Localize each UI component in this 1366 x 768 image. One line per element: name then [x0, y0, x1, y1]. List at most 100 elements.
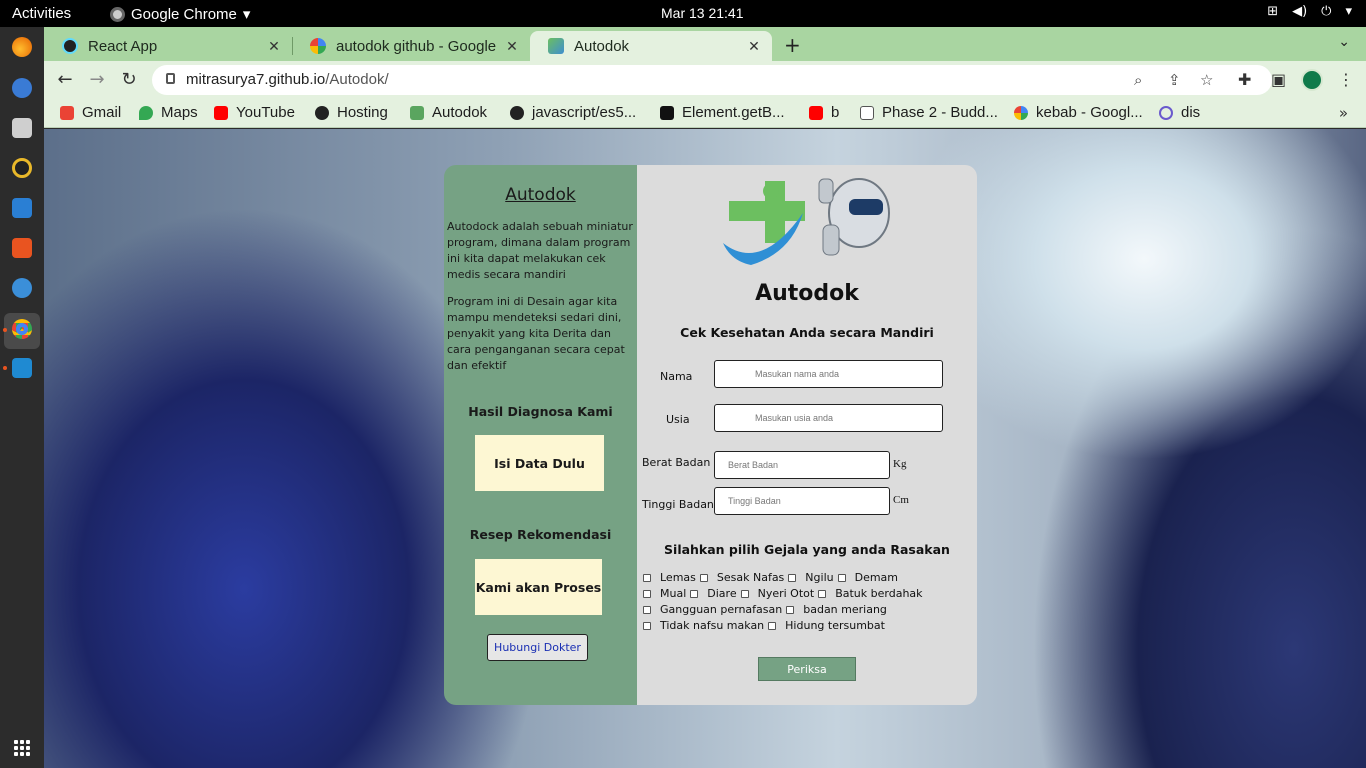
tab-autodok[interactable]: Autodok ✕ [530, 31, 772, 61]
rhythmbox-icon[interactable] [12, 158, 32, 178]
close-icon[interactable]: ✕ [746, 38, 762, 55]
close-icon[interactable]: ✕ [266, 38, 282, 55]
forward-button[interactable]: → [85, 68, 109, 92]
bookmark-gmail[interactable]: Gmail [60, 104, 121, 121]
side-panel-icon[interactable]: ▣ [1271, 70, 1286, 89]
tab-react-app[interactable]: React App ✕ [44, 31, 292, 61]
info-sidebar: Autodok Autodock adalah sebuah miniatur … [444, 165, 637, 705]
height-input[interactable] [714, 487, 890, 515]
thunderbird-icon[interactable] [12, 78, 32, 98]
tab-title: React App [88, 37, 158, 55]
symptom-diare[interactable]: Diare [690, 587, 737, 600]
bookmark-element-getb[interactable]: Element.getB... [660, 104, 785, 121]
name-input[interactable] [714, 360, 943, 388]
autodok-card: Autodok Autodock adalah sebuah miniatur … [444, 165, 977, 705]
firefox-icon[interactable] [12, 37, 32, 57]
bookmark-autodok[interactable]: Autodok [410, 104, 487, 121]
share-icon[interactable]: ⇪ [1168, 71, 1181, 89]
tab-title: Autodok [574, 37, 630, 55]
checkbox[interactable] [788, 573, 797, 582]
clock[interactable]: Mar 13 21:41 [661, 5, 744, 21]
checkbox[interactable] [643, 589, 651, 598]
tab-search-button[interactable]: ⌄ [1338, 34, 1350, 50]
checkbox[interactable] [699, 573, 708, 582]
app-menu[interactable]: Google Chrome ▾ [110, 5, 250, 23]
bookmark-hosting[interactable]: Hosting [315, 104, 388, 121]
lock-icon [166, 73, 175, 84]
bookmark-maps[interactable]: Maps [139, 104, 198, 121]
youtube-icon [214, 105, 228, 120]
checkbox[interactable] [786, 605, 795, 614]
diagnosis-heading: Hasil Diagnosa Kami [468, 404, 613, 419]
bookmark-star-icon[interactable]: ☆ [1200, 71, 1213, 89]
checkbox[interactable] [837, 573, 846, 582]
checkbox[interactable] [643, 605, 651, 614]
symptom-badan-meriang[interactable]: badan meriang [786, 603, 887, 616]
show-apps-icon[interactable] [14, 740, 30, 756]
bookmark-b[interactable]: b [809, 104, 839, 121]
symptom-gangguan-pernafasan[interactable]: Gangguan pernafasan [643, 603, 782, 616]
check-button[interactable]: Periksa [758, 657, 856, 681]
symptom-row: Mual Diare Nyeri Otot Batuk berdahak [643, 587, 927, 600]
youtube-icon [809, 105, 823, 120]
bookmark-javascript[interactable]: javascript/es5... [510, 104, 636, 121]
close-icon[interactable]: ✕ [504, 38, 520, 55]
symptom-row: Gangguan pernafasan badan meriang [643, 603, 891, 616]
diagnosis-result-box: Isi Data Dulu [475, 435, 604, 491]
symptom-sesak-nafas[interactable]: Sesak Nafas [699, 571, 784, 584]
checkbox[interactable] [818, 589, 827, 598]
software-icon[interactable] [12, 238, 32, 258]
symptom-ngilu[interactable]: Ngilu [788, 571, 834, 584]
network-icon: ⊞ [1267, 4, 1279, 19]
tab-google-search[interactable]: autodok github - Google S ✕ [292, 31, 530, 61]
power-icon: ⏻ [1321, 4, 1332, 19]
checkbox[interactable] [643, 621, 651, 630]
vscode-icon[interactable] [12, 358, 32, 378]
writer-icon[interactable] [12, 198, 32, 218]
sidebar-title: Autodok [505, 185, 576, 205]
zoom-icon[interactable]: ⌕ [1134, 71, 1142, 89]
address-bar[interactable]: mitrasurya7.github.io/Autodok/ ⌕ ⇪ ☆ [152, 65, 1272, 95]
files-icon[interactable] [12, 118, 32, 138]
checkbox[interactable] [768, 621, 777, 630]
checkbox[interactable] [740, 589, 749, 598]
browser-toolbar: ← → ↻ mitrasurya7.github.io/Autodok/ ⌕ ⇪… [44, 61, 1366, 98]
symptom-batuk-berdahak[interactable]: Batuk berdahak [818, 587, 923, 600]
google-icon [1014, 105, 1028, 120]
age-label: Usia [666, 413, 690, 426]
activities-button[interactable]: Activities [12, 5, 71, 22]
app-menu-label: Google Chrome [131, 5, 237, 23]
reload-button[interactable]: ↻ [117, 68, 141, 92]
checkbox[interactable] [690, 589, 699, 598]
bookmark-phase-2[interactable]: Phase 2 - Budd... [860, 104, 998, 121]
autodok-logo [723, 178, 890, 265]
avatar[interactable] [1301, 69, 1323, 91]
link-icon [1159, 105, 1173, 120]
google-icon [310, 38, 326, 54]
more-menu-icon[interactable]: ⋮ [1338, 70, 1354, 89]
symptom-mual[interactable]: Mual [643, 587, 686, 600]
system-status-area[interactable]: ⊞ ◀) ⏻ ▾ [1267, 4, 1352, 19]
symptom-hidung-tersumbat[interactable]: Hidung tersumbat [768, 619, 885, 632]
weight-input[interactable] [714, 451, 890, 479]
checkbox[interactable] [643, 573, 651, 582]
react-icon [62, 38, 78, 54]
extensions-icon[interactable]: ✚ [1238, 70, 1251, 89]
bookmark-youtube[interactable]: YouTube [214, 104, 295, 121]
more-bookmarks-icon[interactable]: » [1339, 104, 1348, 122]
back-button[interactable]: ← [53, 68, 77, 92]
new-tab-button[interactable]: + [784, 33, 801, 57]
symptom-demam[interactable]: Demam [837, 571, 898, 584]
contact-doctor-button[interactable]: Hubungi Dokter [487, 634, 588, 661]
bookmark-dis[interactable]: dis [1159, 104, 1200, 121]
bookmark-kebab[interactable]: kebab - Googl... [1014, 104, 1143, 121]
symptom-tidak-nafsu-makan[interactable]: Tidak nafsu makan [643, 619, 764, 632]
chrome-icon [110, 6, 125, 22]
age-input[interactable] [714, 404, 943, 432]
chrome-icon[interactable] [12, 319, 32, 339]
symptom-nyeri-otot[interactable]: Nyeri Otot [740, 587, 814, 600]
help-icon[interactable] [12, 278, 32, 298]
symptom-lemas[interactable]: Lemas [643, 571, 696, 584]
gmail-icon [60, 105, 74, 120]
weight-label: Berat Badan [642, 456, 711, 469]
